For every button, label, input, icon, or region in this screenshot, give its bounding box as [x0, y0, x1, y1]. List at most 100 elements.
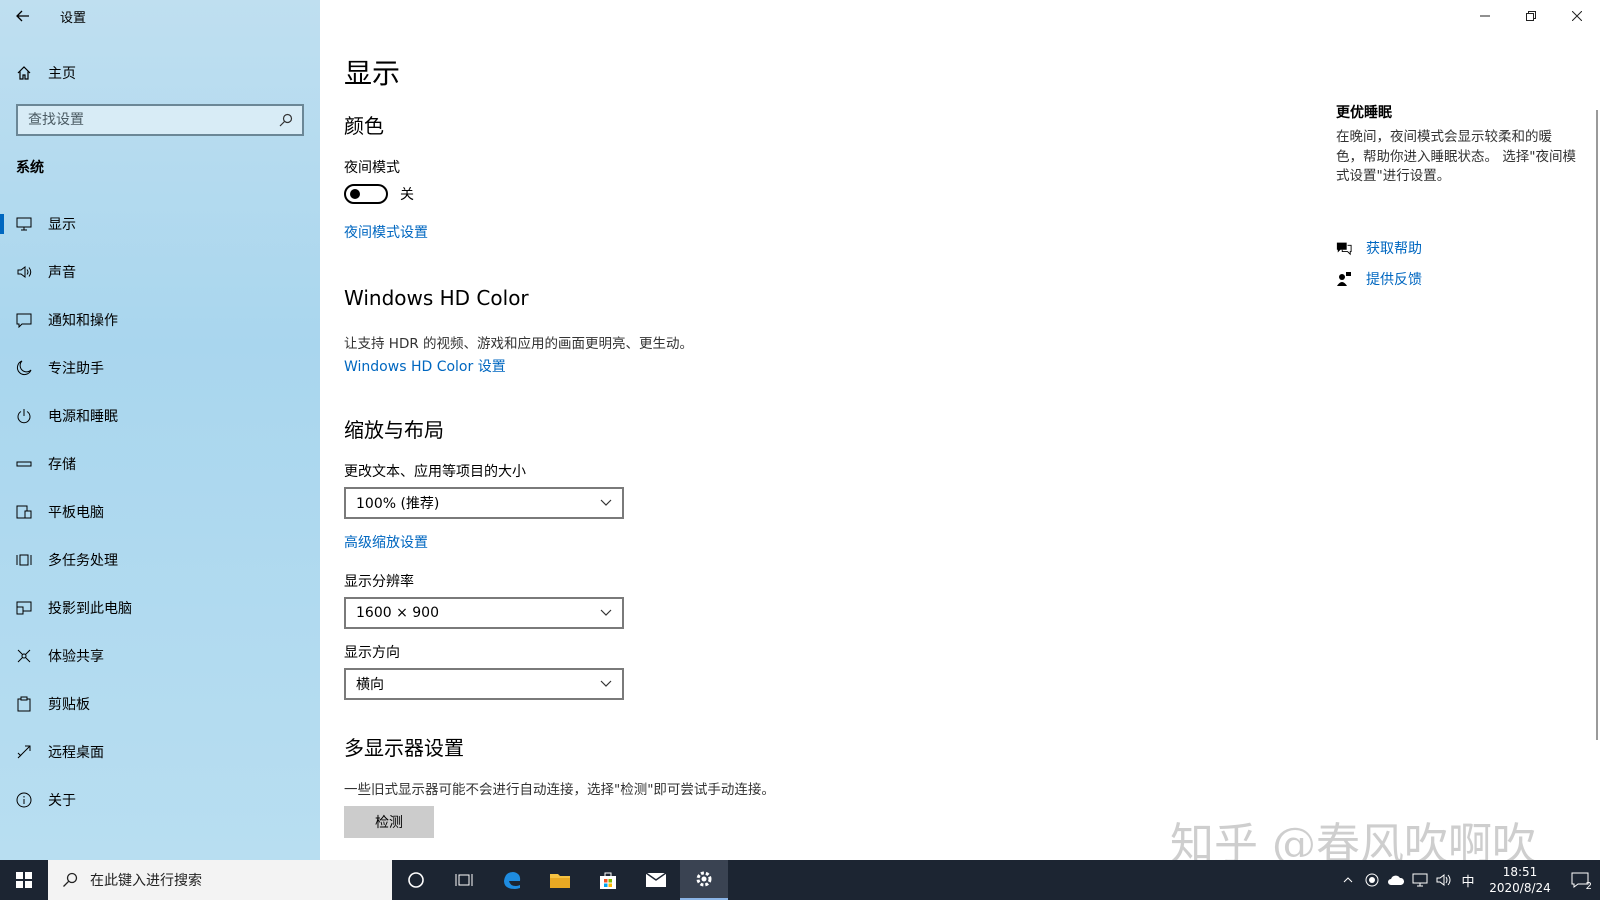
remote-icon — [16, 744, 32, 760]
back-button[interactable] — [0, 0, 46, 32]
network-icon — [1412, 873, 1428, 887]
toggle-state-label: 关 — [400, 187, 414, 203]
sidebar-item-label: 电源和睡眠 — [48, 409, 118, 425]
sidebar-item-label: 剪贴板 — [48, 697, 90, 713]
night-mode-settings-link[interactable]: 夜间模式设置 — [344, 222, 428, 242]
main-content: 显示 颜色 夜间模式 关 夜间模式设置 Windows HD Color 让支持… — [344, 0, 1284, 860]
taskbar-search[interactable]: 在此键入进行搜索 — [48, 860, 392, 900]
chevron-down-icon — [600, 680, 612, 687]
multitask-icon — [16, 552, 32, 568]
mail-icon — [645, 872, 667, 887]
cloud-icon — [1388, 875, 1405, 885]
task-view-icon — [455, 874, 473, 886]
size-select-value: 100% (推荐) — [356, 496, 440, 512]
settings-search[interactable] — [16, 104, 304, 136]
feedback-link[interactable]: 提供反馈 — [1336, 269, 1422, 289]
orientation-select[interactable]: 横向 — [344, 668, 624, 700]
hdr-settings-link[interactable]: Windows HD Color 设置 — [344, 356, 506, 376]
show-hidden-icons-button[interactable] — [1336, 860, 1360, 900]
sidebar-item-label: 体验共享 — [48, 649, 104, 665]
ime-indicator[interactable]: 中 — [1456, 860, 1480, 900]
detect-button[interactable]: 检测 — [344, 806, 434, 838]
storage-icon — [16, 456, 32, 472]
notification-count: 2 — [1585, 881, 1592, 892]
network-button[interactable] — [1408, 860, 1432, 900]
home-label: 主页 — [48, 66, 76, 82]
scale-heading: 缩放与布局 — [344, 418, 444, 442]
multi-display-description: 一些旧式显示器可能不会进行自动连接，选择"检测"即可尝试手动连接。 — [344, 782, 775, 798]
tablet-icon — [16, 504, 32, 520]
file-explorer-app[interactable] — [536, 860, 584, 900]
sidebar-item-multitasking[interactable]: 多任务处理 — [0, 536, 320, 584]
store-icon — [600, 872, 616, 889]
chevron-down-icon — [600, 609, 612, 616]
sidebar-item-sound[interactable]: 声音 — [0, 248, 320, 296]
onedrive-button[interactable] — [1384, 860, 1408, 900]
tray-record-button[interactable] — [1360, 860, 1384, 900]
clipboard-icon — [16, 696, 32, 712]
search-icon[interactable] — [278, 112, 294, 128]
clock-time: 18:51 — [1502, 865, 1538, 879]
mail-app[interactable] — [632, 860, 680, 900]
store-app[interactable] — [584, 860, 632, 900]
help-chat-icon — [1336, 240, 1352, 256]
get-help-label: 获取帮助 — [1366, 241, 1422, 257]
sidebar-item-power-sleep[interactable]: 电源和睡眠 — [0, 392, 320, 440]
get-help-link[interactable]: 获取帮助 — [1336, 238, 1422, 258]
settings-app[interactable] — [680, 860, 728, 900]
sidebar-item-project-to-pc[interactable]: 投影到此电脑 — [0, 584, 320, 632]
clock[interactable]: 18:51 2020/8/24 — [1480, 864, 1560, 896]
chevron-down-icon — [600, 499, 612, 506]
night-mode-toggle[interactable] — [344, 184, 388, 204]
size-select[interactable]: 100% (推荐) — [344, 487, 624, 519]
monitor-icon — [16, 216, 32, 232]
sidebar-nav: 显示 声音 通知和操作 专注助手 电源和睡眠 存储 平板电脑 多任务处理 投影到… — [0, 200, 320, 824]
section-label-system: 系统 — [16, 160, 44, 176]
sidebar-item-label: 投影到此电脑 — [48, 601, 132, 617]
night-mode-toggle-row: 关 — [344, 184, 414, 204]
edge-app[interactable] — [488, 860, 536, 900]
sidebar-item-label: 多任务处理 — [48, 553, 118, 569]
clock-date: 2020/8/24 — [1489, 881, 1551, 895]
chevron-up-icon — [1343, 877, 1353, 883]
color-heading: 颜色 — [344, 114, 384, 138]
orientation-label: 显示方向 — [344, 645, 400, 661]
feedback-label: 提供反馈 — [1366, 272, 1422, 288]
sidebar-item-notifications[interactable]: 通知和操作 — [0, 296, 320, 344]
sleep-tip-title: 更优睡眠 — [1336, 105, 1392, 121]
volume-button[interactable] — [1432, 860, 1456, 900]
sidebar-item-label: 声音 — [48, 265, 76, 281]
sidebar-item-about[interactable]: 关于 — [0, 776, 320, 824]
sidebar-item-label: 关于 — [48, 793, 76, 809]
action-center-button[interactable]: 2 — [1560, 860, 1600, 900]
advanced-scaling-link[interactable]: 高级缩放设置 — [344, 532, 428, 552]
search-icon — [63, 872, 78, 887]
toggle-knob — [350, 189, 360, 199]
sidebar-item-label: 专注助手 — [48, 361, 104, 377]
titlebar-left: 设置 — [0, 0, 320, 32]
taskbar: 在此键入进行搜索 中 18:51 2020/8/24 2 — [0, 860, 1600, 900]
cortana-button[interactable] — [392, 860, 440, 900]
scrollbar[interactable] — [1596, 110, 1598, 740]
resolution-select[interactable]: 1600 × 900 — [344, 597, 624, 629]
speaker-icon — [16, 264, 32, 280]
sidebar-item-clipboard[interactable]: 剪贴板 — [0, 680, 320, 728]
sidebar-item-focus-assist[interactable]: 专注助手 — [0, 344, 320, 392]
sidebar-item-tablet[interactable]: 平板电脑 — [0, 488, 320, 536]
search-input[interactable] — [28, 112, 258, 128]
taskbar-search-placeholder: 在此键入进行搜索 — [90, 873, 202, 889]
edge-icon — [504, 872, 521, 889]
home-nav-item[interactable]: 主页 — [0, 58, 320, 88]
system-tray: 中 18:51 2020/8/24 2 — [1336, 860, 1600, 900]
sidebar-item-label: 显示 — [48, 217, 76, 233]
sidebar-item-display[interactable]: 显示 — [0, 200, 320, 248]
sidebar-item-label: 存储 — [48, 457, 76, 473]
sidebar-item-storage[interactable]: 存储 — [0, 440, 320, 488]
sidebar-item-remote-desktop[interactable]: 远程桌面 — [0, 728, 320, 776]
sidebar-item-shared-experiences[interactable]: 体验共享 — [0, 632, 320, 680]
hdr-heading: Windows HD Color — [344, 286, 529, 310]
size-label: 更改文本、应用等项目的大小 — [344, 464, 526, 480]
start-button[interactable] — [0, 860, 48, 900]
sidebar-item-label: 远程桌面 — [48, 745, 104, 761]
task-view-button[interactable] — [440, 860, 488, 900]
